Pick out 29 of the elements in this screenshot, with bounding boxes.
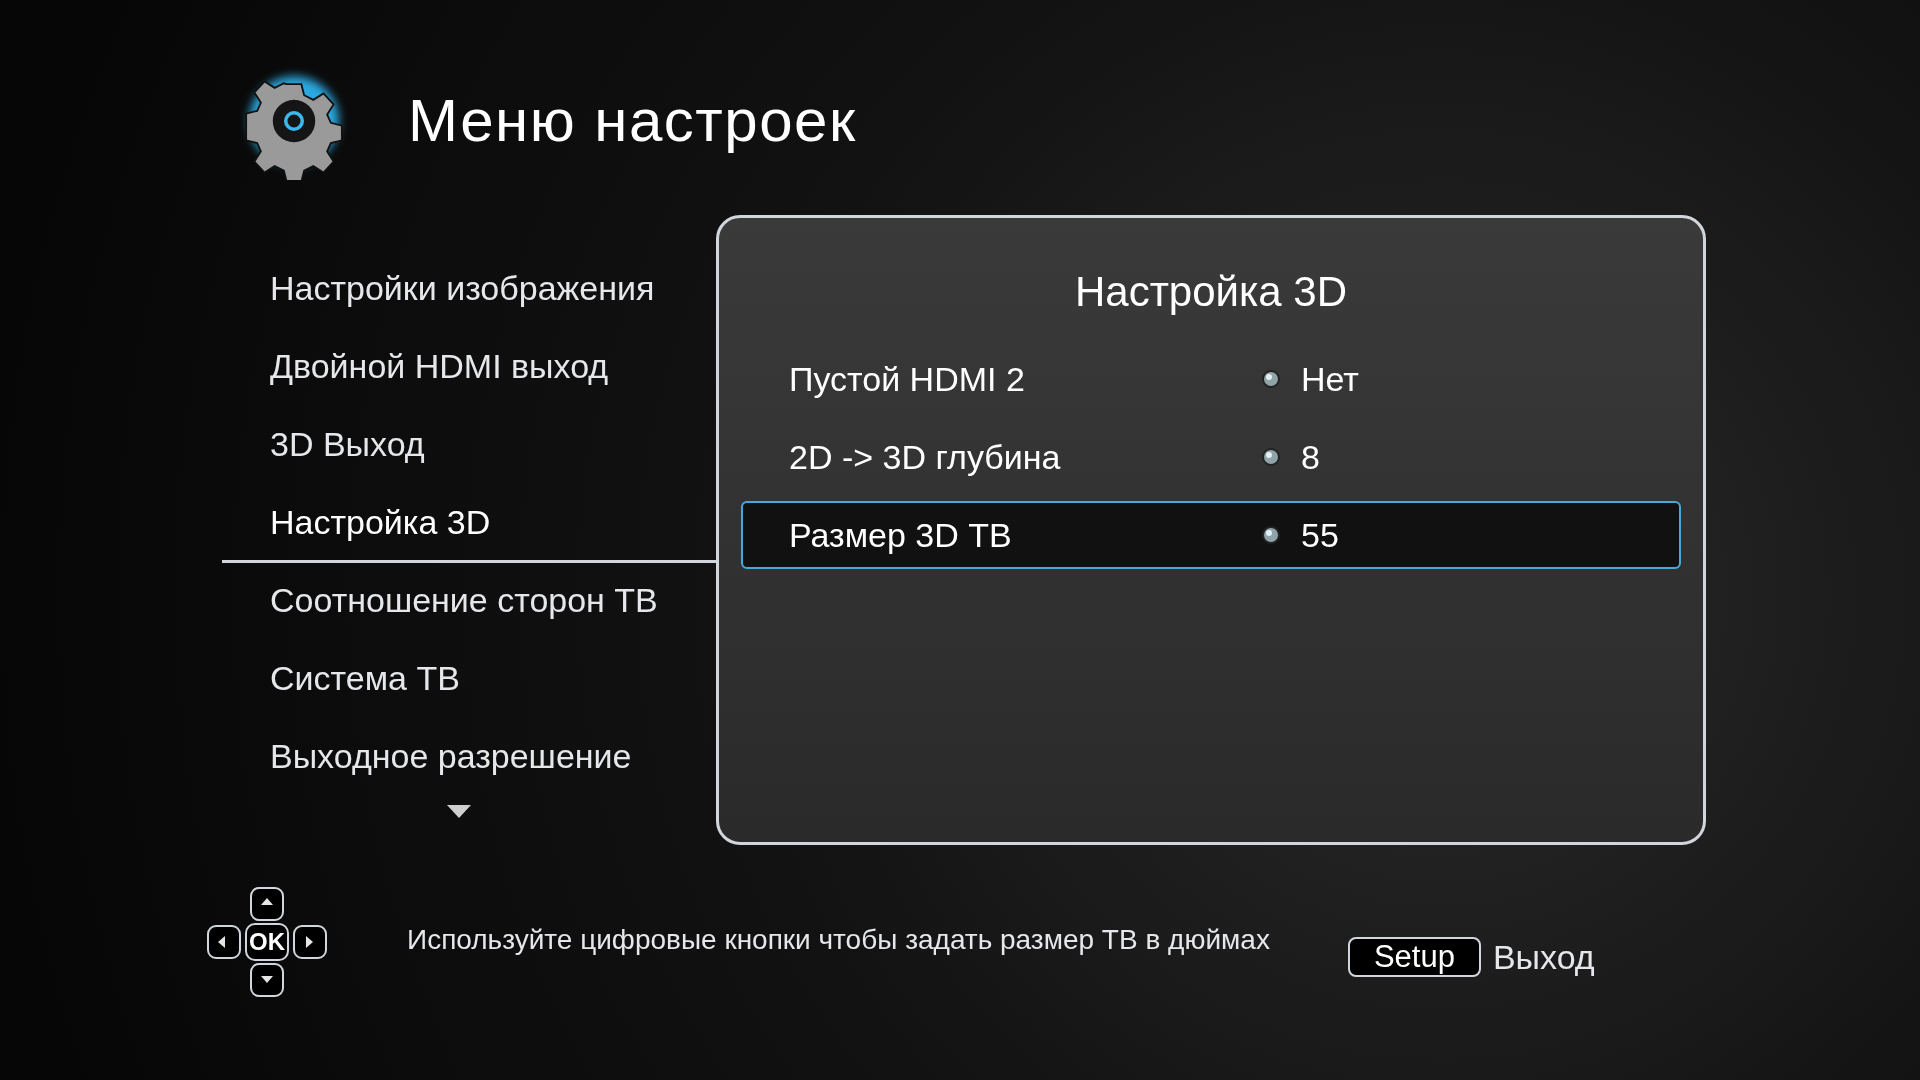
menu-item[interactable]: Настройки изображения — [222, 251, 716, 329]
arrow-left-icon — [207, 925, 241, 959]
settings-row[interactable]: 2D -> 3D глубина 8 — [741, 423, 1681, 491]
setting-label: Размер 3D ТВ — [788, 514, 1013, 556]
page-title: Меню настроек — [408, 86, 857, 156]
setting-value: 55 — [1300, 514, 1339, 556]
arrow-down-icon — [250, 963, 284, 997]
scroll-down-icon — [447, 805, 471, 819]
menu-item[interactable]: Выходное разрешение — [222, 719, 716, 797]
setting-label: 2D -> 3D глубина — [788, 436, 1062, 478]
panel-title: Настройка 3D — [1073, 267, 1349, 317]
menu-item[interactable]: Двойной HDMI выход — [222, 329, 716, 407]
settings-row[interactable]: Размер 3D ТВ 55 — [741, 501, 1681, 569]
setting-label: Пустой HDMI 2 — [788, 358, 1026, 400]
menu-item[interactable]: Система ТВ — [222, 641, 716, 719]
arrow-right-icon — [293, 925, 327, 959]
setup-key: Setup — [1347, 937, 1481, 977]
setting-value: 8 — [1300, 436, 1320, 478]
menu-item[interactable]: Соотношение сторон ТВ — [222, 563, 716, 641]
hint-text: Используйте цифровые кнопки чтобы задать размер ТВ в дюймах — [407, 923, 1270, 957]
exit-label: Выход — [1492, 936, 1595, 978]
setting-value: Нет — [1300, 358, 1359, 400]
bullet-icon — [1261, 525, 1281, 545]
bullet-icon — [1261, 369, 1281, 389]
bullet-icon — [1261, 447, 1281, 467]
menu-item[interactable]: 3D Выход — [222, 407, 716, 485]
arrow-up-icon — [250, 887, 284, 921]
ok-key: OK — [245, 923, 289, 961]
settings-row[interactable]: Пустой HDMI 2 Нет — [741, 345, 1681, 413]
